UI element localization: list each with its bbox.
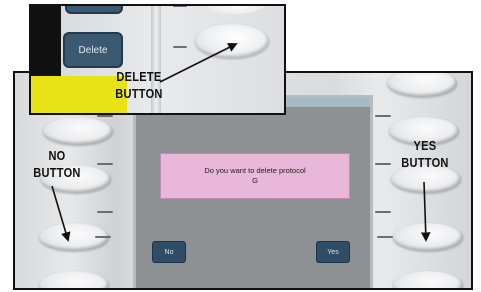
no-arrow (51, 185, 71, 242)
yes-arrow (420, 181, 431, 242)
annotation-arrows (51, 43, 431, 242)
delete-arrow (159, 43, 238, 83)
